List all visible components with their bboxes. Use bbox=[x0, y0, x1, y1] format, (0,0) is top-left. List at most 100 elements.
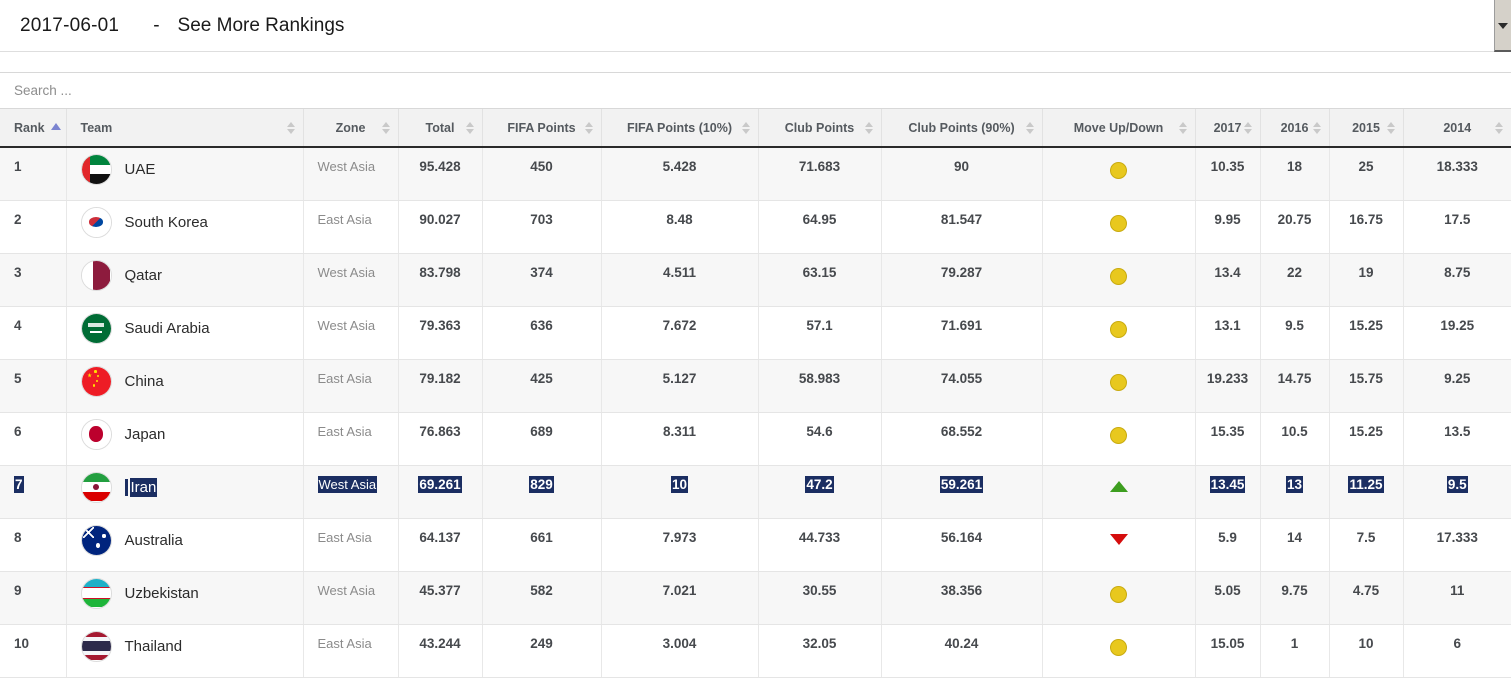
cell-move-up-down bbox=[1042, 147, 1195, 200]
chevron-down-icon[interactable] bbox=[1498, 23, 1508, 29]
move-neutral-icon bbox=[1110, 374, 1127, 391]
cell-club-points-90: 38.356 bbox=[881, 571, 1042, 624]
column-header-fifa-points[interactable]: FIFA Points bbox=[482, 109, 601, 147]
column-header-2014[interactable]: 2014 bbox=[1403, 109, 1511, 147]
flag-uzbekistan-icon bbox=[81, 578, 112, 609]
column-header-club-points[interactable]: Club Points bbox=[758, 109, 881, 147]
column-label-2014: 2014 bbox=[1443, 121, 1471, 135]
cell-zone: West Asia bbox=[303, 306, 398, 359]
move-neutral-icon bbox=[1110, 639, 1127, 656]
cell-2017: 13.45 bbox=[1195, 465, 1260, 518]
cell-total: 43.244 bbox=[398, 624, 482, 677]
column-header-rank[interactable]: Rank bbox=[0, 109, 66, 147]
cell-total: 95.428 bbox=[398, 147, 482, 200]
cell-zone: East Asia bbox=[303, 624, 398, 677]
column-header-2015[interactable]: 2015 bbox=[1329, 109, 1403, 147]
cell-2014: 18.333 bbox=[1403, 147, 1511, 200]
table-row[interactable]: 6JapanEast Asia76.8636898.31154.668.5521… bbox=[0, 412, 1511, 465]
cell-club-points-90: 56.164 bbox=[881, 518, 1042, 571]
cell-2014: 11 bbox=[1403, 571, 1511, 624]
cell-zone: East Asia bbox=[303, 412, 398, 465]
table-row[interactable]: 2South KoreaEast Asia90.0277038.4864.958… bbox=[0, 200, 1511, 253]
cell-2017: 5.9 bbox=[1195, 518, 1260, 571]
sort-icon bbox=[466, 121, 475, 135]
column-header-2017[interactable]: 2017 bbox=[1195, 109, 1260, 147]
cell-club-points: 32.05 bbox=[758, 624, 881, 677]
table-row[interactable]: 5ChinaEast Asia79.1824255.12758.98374.05… bbox=[0, 359, 1511, 412]
move-up-icon bbox=[1110, 481, 1128, 492]
team-name: Japan bbox=[125, 419, 166, 450]
sort-icon bbox=[382, 121, 391, 135]
header-separator: - bbox=[153, 15, 159, 37]
cell-rank: 7 bbox=[0, 465, 66, 518]
flag-saudi-arabia-icon bbox=[81, 313, 112, 344]
page-header: 2017-06-01 - See More Rankings bbox=[0, 0, 1511, 52]
column-label-2017: 2017 bbox=[1214, 121, 1242, 135]
column-header-fifa-points-10[interactable]: FIFA Points (10%) bbox=[601, 109, 758, 147]
table-row[interactable]: 4Saudi ArabiaWest Asia79.3636367.67257.1… bbox=[0, 306, 1511, 359]
search-box[interactable] bbox=[0, 72, 1511, 109]
vertical-scrollbar[interactable] bbox=[1494, 0, 1511, 52]
cell-2016: 18 bbox=[1260, 147, 1329, 200]
cell-rank: 5 bbox=[0, 359, 66, 412]
team-name: Saudi Arabia bbox=[125, 313, 210, 344]
cell-team: Uzbekistan bbox=[66, 571, 303, 624]
cell-fifa-points-10: 4.511 bbox=[601, 253, 758, 306]
cell-rank: 9 bbox=[0, 571, 66, 624]
cell-move-up-down bbox=[1042, 624, 1195, 677]
cell-2016: 20.75 bbox=[1260, 200, 1329, 253]
cell-2015: 25 bbox=[1329, 147, 1403, 200]
ranking-date: 2017-06-01 bbox=[20, 15, 119, 37]
flag-thailand-icon bbox=[81, 631, 112, 662]
table-row[interactable]: 1UAEWest Asia95.4284505.42871.6839010.35… bbox=[0, 147, 1511, 200]
cell-2014: 19.25 bbox=[1403, 306, 1511, 359]
cell-2015: 19 bbox=[1329, 253, 1403, 306]
cell-2017: 10.35 bbox=[1195, 147, 1260, 200]
column-label-move-up-down: Move Up/Down bbox=[1074, 121, 1164, 135]
column-header-zone[interactable]: Zone bbox=[303, 109, 398, 147]
table-row[interactable]: 3QatarWest Asia83.7983744.51163.1579.287… bbox=[0, 253, 1511, 306]
cell-2015: 15.25 bbox=[1329, 306, 1403, 359]
cell-zone: East Asia bbox=[303, 518, 398, 571]
sort-icon bbox=[1179, 121, 1188, 135]
table-header: Rank Team Zone Total FIFA Points FIFA Po… bbox=[0, 109, 1511, 147]
cell-2017: 13.1 bbox=[1195, 306, 1260, 359]
sort-icon bbox=[742, 121, 751, 135]
team-name: Iran bbox=[130, 472, 158, 503]
table-row[interactable]: 7IranWest Asia69.2618291047.259.26113.45… bbox=[0, 465, 1511, 518]
cell-fifa-points-10: 3.004 bbox=[601, 624, 758, 677]
cell-rank: 4 bbox=[0, 306, 66, 359]
search-input[interactable] bbox=[12, 82, 512, 99]
cell-fifa-points: 249 bbox=[482, 624, 601, 677]
cell-club-points: 58.983 bbox=[758, 359, 881, 412]
flag-iran-icon bbox=[81, 472, 112, 503]
cell-rank: 3 bbox=[0, 253, 66, 306]
column-header-total[interactable]: Total bbox=[398, 109, 482, 147]
cell-move-up-down bbox=[1042, 518, 1195, 571]
column-header-team[interactable]: Team bbox=[66, 109, 303, 147]
see-more-rankings-link[interactable]: See More Rankings bbox=[178, 15, 345, 37]
cell-team: Japan bbox=[66, 412, 303, 465]
table-row[interactable]: 8AustraliaEast Asia64.1376617.97344.7335… bbox=[0, 518, 1511, 571]
sort-icon bbox=[1026, 121, 1035, 135]
column-header-2016[interactable]: 2016 bbox=[1260, 109, 1329, 147]
cell-2016: 13 bbox=[1260, 465, 1329, 518]
cell-zone: West Asia bbox=[303, 253, 398, 306]
move-neutral-icon bbox=[1110, 321, 1127, 338]
sort-asc-icon bbox=[51, 123, 61, 130]
column-header-club-points-90[interactable]: Club Points (90%) bbox=[881, 109, 1042, 147]
flag-china-icon bbox=[81, 366, 112, 397]
cell-2017: 13.4 bbox=[1195, 253, 1260, 306]
cell-club-points: 63.15 bbox=[758, 253, 881, 306]
column-label-total: Total bbox=[426, 121, 455, 135]
table-row[interactable]: 10ThailandEast Asia43.2442493.00432.0540… bbox=[0, 624, 1511, 677]
cell-team: Iran bbox=[66, 465, 303, 518]
column-header-move-up-down[interactable]: Move Up/Down bbox=[1042, 109, 1195, 147]
column-label-team: Team bbox=[81, 121, 113, 135]
cell-fifa-points-10: 8.48 bbox=[601, 200, 758, 253]
cell-rank: 10 bbox=[0, 624, 66, 677]
cell-club-points-90: 71.691 bbox=[881, 306, 1042, 359]
cell-move-up-down bbox=[1042, 465, 1195, 518]
cell-fifa-points-10: 8.311 bbox=[601, 412, 758, 465]
table-row[interactable]: 9UzbekistanWest Asia45.3775827.02130.553… bbox=[0, 571, 1511, 624]
